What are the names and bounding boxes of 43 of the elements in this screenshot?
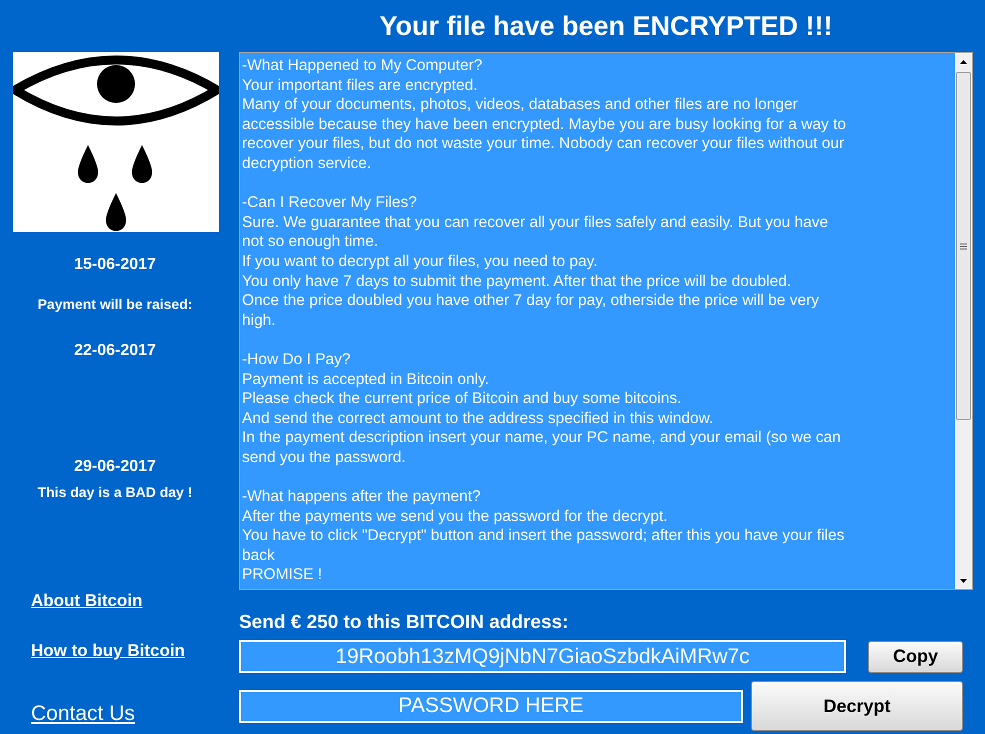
scroll-up-icon[interactable] (960, 60, 967, 64)
password-field[interactable]: PASSWORD HERE (239, 690, 743, 722)
copy-button[interactable]: Copy (868, 640, 963, 672)
message-line: -How Do I Pay? (242, 350, 352, 370)
deadline-date: 29-06-2017 (73, 457, 157, 477)
message-line: back (242, 546, 276, 566)
message-line: And send the correct amount to the address specified in this window. (242, 408, 714, 428)
scroll-thumb[interactable] (956, 72, 971, 420)
message-line: recover your files, but do not waste your time. Nobody can recover your files without our (242, 134, 846, 154)
deadline-note: Payment will be raised: (36, 295, 194, 314)
message-line: Payment is accepted in Bitcoin only. (242, 370, 490, 390)
message-line: -What happens after the payment? (242, 487, 482, 507)
message-line: not so enough time. (242, 232, 380, 252)
message-line: -What Happened to My Computer? (242, 56, 484, 76)
message-line: You have to click "Decrypt" button and insert the password; after this you have your files (242, 526, 846, 546)
message-line: decryption service. (242, 154, 372, 174)
message-line: Many of your documents, photos, videos, databases and other files are no longer (242, 95, 799, 115)
window-title: Your file have been ENCRYPTED !!! (379, 10, 833, 42)
link[interactable]: About Bitcoin (31, 591, 142, 611)
message-line: Sure. We guarantee that you can recover all your files safely and easily. But you have (242, 212, 830, 232)
message-line: If you want to decrypt all your files, you need to pay. (242, 252, 599, 272)
message-line: After the payments we send you the password for the decrypt. (242, 506, 669, 526)
payment-label: Send € 250 to this BITCOIN address: (239, 612, 568, 634)
deadline-date: 15-06-2017 (73, 255, 157, 275)
message-line: high. (242, 310, 277, 330)
deadline-date: 22-06-2017 (73, 341, 157, 361)
link[interactable]: Contact Us (31, 701, 135, 727)
message-line: Please check the current price of Bitcoin and buy some bitcoins. (242, 389, 682, 409)
message-line: -Can I Recover My Files? (242, 193, 418, 213)
decrypt-button[interactable]: Decrypt (751, 681, 963, 731)
message-line: Once the price doubled you have other 7 day for pay, otherside the price will be very (242, 291, 820, 311)
message-line: You only have 7 days to submit the payment. After that the price will be doubled. (242, 272, 792, 292)
message-line: Your important files are encrypted. (242, 76, 478, 96)
link[interactable]: How to buy Bitcoin (31, 641, 185, 661)
message-line: In the payment description insert your name, your PC name, and your email (so we can (242, 428, 842, 448)
scroll-down-icon[interactable] (960, 578, 967, 582)
message-line: accessible because they have been encrypted. Maybe you are busy looking for a way to (242, 114, 848, 134)
message-line: PROMISE ! (242, 565, 324, 586)
scrollbar[interactable] (955, 53, 972, 589)
deadline-note: This day is a BAD day ! (36, 483, 194, 502)
address-field[interactable]: 19Roobh13zMQ9jNbN7GiaoSzbdkAiMRw7c (239, 640, 846, 673)
message-line: send you the password. (242, 448, 407, 468)
crying-eye-icon (13, 52, 219, 232)
